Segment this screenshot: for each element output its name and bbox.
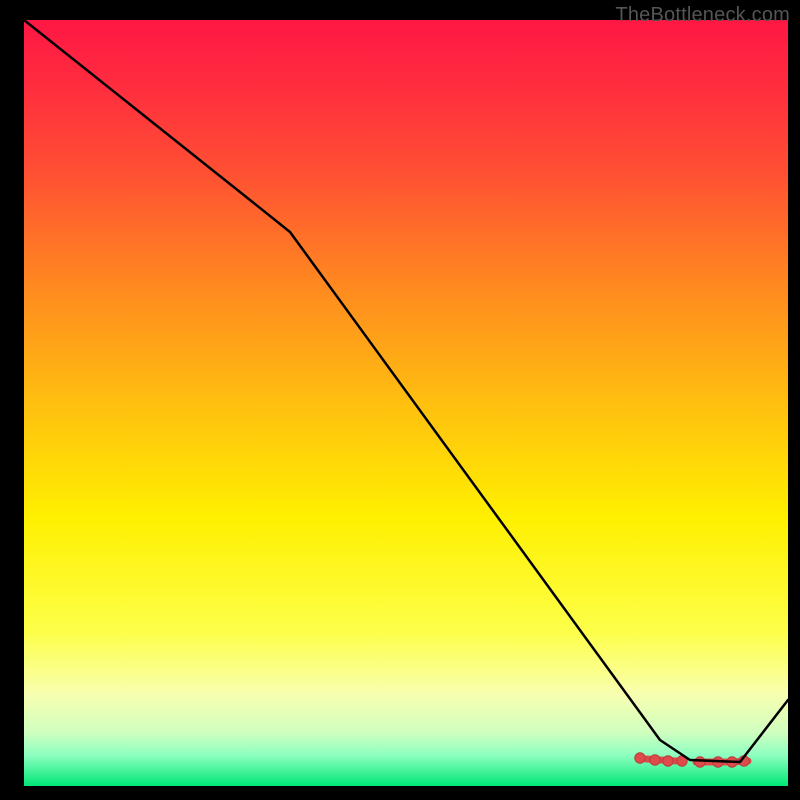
chart-container: TheBottleneck.com [0,0,800,800]
marker-dot [695,757,705,767]
marker-dot [650,755,660,765]
marker-dot [635,753,645,763]
gradient-background [24,20,788,786]
chart-svg [0,0,800,800]
watermark-text: TheBottleneck.com [615,4,790,27]
marker-dot [663,756,673,766]
